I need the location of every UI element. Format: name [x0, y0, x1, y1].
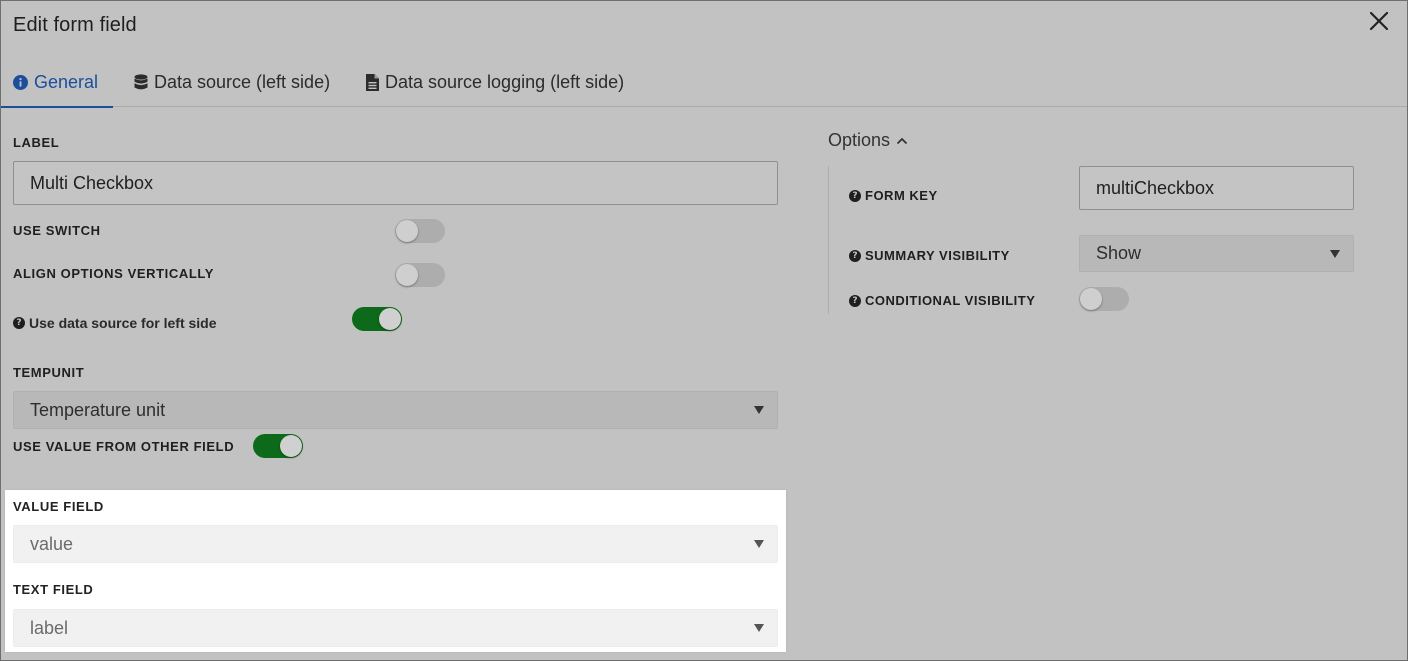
file-text-icon: [366, 73, 379, 91]
toggle-knob: [396, 264, 418, 286]
align-options-vertically-toggle[interactable]: [395, 263, 445, 287]
chevron-up-icon: [896, 137, 908, 144]
tab-data-source-label: Data source (left side): [154, 71, 331, 92]
value-field-select[interactable]: value: [13, 525, 778, 563]
label-input[interactable]: Multi Checkbox: [13, 161, 778, 205]
tab-data-source[interactable]: Data source (left side): [134, 57, 330, 107]
tab-general-label: General: [34, 71, 99, 92]
toggle-knob: [280, 435, 302, 457]
use-data-source-row: ? Use data source for left side: [13, 315, 217, 331]
summary-visibility-row: ? SUMMARY VISIBILITY: [849, 248, 1010, 263]
highlighted-field-panel: VALUE FIELD value TEXT FIELD label: [5, 490, 786, 652]
question-circle-icon: ?: [849, 294, 861, 307]
text-field-select[interactable]: label: [13, 609, 778, 647]
conditional-visibility-label: CONDITIONAL VISIBILITY: [865, 293, 1036, 308]
align-options-vertically-label: ALIGN OPTIONS VERTICALLY: [13, 266, 214, 281]
tab-general[interactable]: General: [1, 57, 113, 108]
tab-bar: General Data source (left side) Data sou…: [1, 57, 1407, 108]
text-field-value: label: [30, 617, 69, 638]
tempunit-label: TEMPUNIT: [13, 365, 85, 380]
caret-down-icon: [1330, 249, 1340, 258]
conditional-visibility-toggle[interactable]: [1079, 287, 1129, 311]
form-key-row: ? FORM KEY: [849, 188, 938, 203]
close-icon[interactable]: [1367, 9, 1391, 33]
caret-down-icon: [754, 406, 764, 414]
use-data-source-label: Use data source for left side: [29, 315, 217, 331]
value-field-value: value: [30, 533, 74, 554]
question-circle-icon: ?: [849, 249, 861, 262]
tab-data-source-logging-label: Data source logging (left side): [385, 71, 625, 92]
summary-visibility-select[interactable]: Show: [1079, 235, 1354, 272]
summary-visibility-label: SUMMARY VISIBILITY: [865, 248, 1010, 263]
dialog-title: Edit form field: [13, 14, 137, 36]
question-circle-icon: ?: [849, 189, 861, 202]
options-divider: [828, 166, 829, 314]
use-data-source-toggle[interactable]: [352, 307, 402, 331]
text-field-label: TEXT FIELD: [13, 582, 94, 597]
database-icon: [134, 73, 148, 89]
toggle-knob: [379, 308, 401, 330]
tempunit-select[interactable]: Temperature unit: [13, 391, 778, 429]
edit-form-field-dialog: Edit form field General Data source (lef…: [0, 0, 1408, 661]
use-switch-label: USE SWITCH: [13, 223, 101, 238]
value-field-label: VALUE FIELD: [13, 499, 104, 514]
summary-visibility-value: Show: [1096, 243, 1142, 263]
toggle-knob: [1080, 288, 1102, 310]
conditional-visibility-row: ? CONDITIONAL VISIBILITY: [849, 293, 1035, 308]
label-heading: LABEL: [13, 135, 60, 150]
caret-down-icon: [754, 540, 764, 548]
use-value-from-other-field-toggle[interactable]: [253, 434, 303, 458]
question-circle-icon: ?: [13, 317, 25, 329]
options-title: Options: [828, 130, 891, 150]
tab-data-source-logging[interactable]: Data source logging (left side): [366, 57, 624, 107]
tempunit-value: Temperature unit: [30, 399, 166, 420]
options-toggle[interactable]: Options: [828, 130, 908, 151]
use-switch-toggle[interactable]: [395, 219, 445, 243]
caret-down-icon: [754, 624, 764, 632]
use-value-from-other-field-label: USE VALUE FROM OTHER FIELD: [13, 439, 235, 454]
form-key-label: FORM KEY: [865, 188, 938, 203]
form-key-input[interactable]: multiCheckbox: [1079, 166, 1354, 210]
info-circle-icon: [13, 74, 28, 90]
toggle-knob: [396, 220, 418, 242]
